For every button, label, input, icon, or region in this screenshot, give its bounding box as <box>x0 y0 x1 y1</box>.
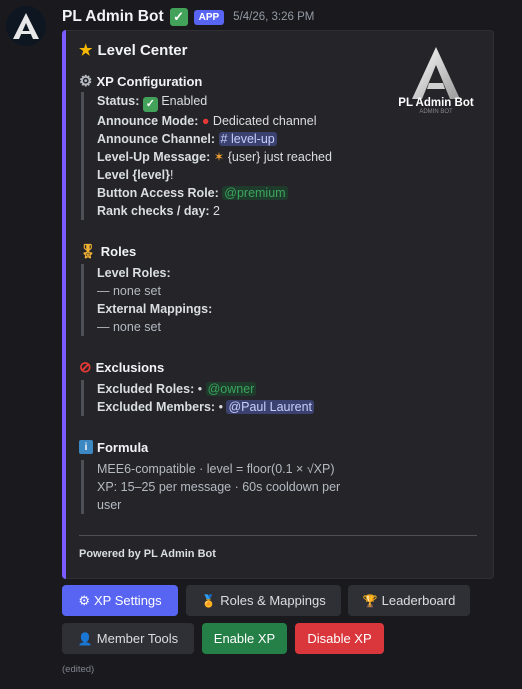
roles-body: Level Roles: — none set External Mapping… <box>81 264 212 336</box>
exclusions-section: ⊘ Exclusions Excluded Roles: • @owner Ex… <box>79 357 315 416</box>
announce-mode-label: Announce Mode: <box>97 113 199 128</box>
exclusions-heading: ⊘ Exclusions <box>79 357 314 377</box>
app-tag: APP <box>193 9 225 25</box>
enable-xp-button[interactable]: Enable XP <box>202 623 287 654</box>
party-icon: ✶ <box>213 149 225 164</box>
disable-xp-button[interactable]: Disable XP <box>295 623 384 654</box>
disable-xp-label: Disable XP <box>307 631 372 646</box>
external-label: External Mappings: <box>97 302 213 316</box>
external-value: — none set <box>97 320 161 334</box>
message-timestamp: 5/4/26, 3:26 PM <box>233 11 315 23</box>
verified-check-icon: ✓ <box>169 8 188 26</box>
medal-icon: 🏅 <box>201 593 217 608</box>
member-tools-label: Member Tools <box>96 631 179 646</box>
levelup-msg-line2-bold: Level {level} <box>97 167 170 182</box>
gear-icon: ⚙ <box>79 73 93 90</box>
formula-heading: i Formula <box>79 437 340 457</box>
formula-line-2: XP: 15–25 per message · 60s cooldown per <box>97 480 341 494</box>
pin-icon: ● <box>201 113 210 128</box>
level-roles-label: Level Roles: <box>97 266 171 280</box>
announce-mode-value: Dedicated channel <box>212 113 317 128</box>
formula-body: MEE6-compatible · level = floor(0.1 × √X… <box>81 460 340 514</box>
xp-config-heading-text: XP Configuration <box>96 73 203 89</box>
embed-title-text: Level Center <box>97 41 188 59</box>
formula-line-1: MEE6-compatible · level = floor(0.1 × √X… <box>97 462 335 476</box>
check-icon: ✓ <box>142 96 158 112</box>
thumbnail-sub: ADMIN BOT <box>419 109 453 115</box>
embed-thumbnail[interactable]: PL Admin Bot ADMIN BOT <box>391 45 481 117</box>
leaderboard-button[interactable]: 🏆 Leaderboard <box>348 585 470 616</box>
formula-line-3: user <box>97 498 122 512</box>
rank-checks-label: Rank checks / day: <box>97 203 210 218</box>
bullet-separator: • <box>218 400 223 414</box>
levelup-msg-label: Level-Up Message: <box>97 149 211 164</box>
no-entry-icon: ⊘ <box>79 359 92 376</box>
xp-settings-button[interactable]: ⚙ XP Settings <box>62 585 178 616</box>
button-role-label: Button Access Role: <box>97 185 219 200</box>
embed-accent-bar <box>62 30 66 579</box>
level-roles-value: — none set <box>97 284 161 298</box>
embed-title: ★ Level Center <box>79 41 188 60</box>
bot-name[interactable]: PL Admin Bot <box>62 8 164 26</box>
exclusions-body: Excluded Roles: • @owner Excluded Member… <box>81 380 315 416</box>
enable-xp-label: Enable XP <box>213 631 276 646</box>
status-label: Status: <box>97 94 140 108</box>
message-header: PL Admin Bot ✓ APP 5/4/26, 3:26 PM <box>62 6 314 28</box>
user-mention[interactable]: @Paul Laurent <box>226 400 315 414</box>
excluded-members-label: Excluded Members: <box>97 400 216 414</box>
medal-icon: 🎖 <box>79 242 97 259</box>
rank-checks-value: 2 <box>213 203 220 218</box>
status-value: Enabled <box>161 94 208 108</box>
leaderboard-label: Leaderboard <box>381 593 456 608</box>
thumbnail-label: PL Admin Bot <box>398 97 474 109</box>
premium-role-mention[interactable]: @premium <box>222 185 288 200</box>
roles-heading: 🎖 Roles <box>79 241 212 261</box>
xp-config-section: ⚙ XP Configuration Status: ✓ Enabled Ann… <box>79 71 332 220</box>
trophy-icon: 🏆 <box>362 593 378 608</box>
bot-avatar[interactable] <box>6 6 46 46</box>
roles-mappings-label: Roles & Mappings <box>220 593 326 608</box>
logo-a-icon <box>13 13 39 39</box>
bullet-separator: • <box>197 382 203 396</box>
formula-section: i Formula MEE6-compatible · level = floo… <box>79 437 340 514</box>
xp-settings-label: XP Settings <box>93 593 162 608</box>
announce-channel-label: Announce Channel: <box>97 131 216 146</box>
gear-icon: ⚙ <box>78 592 90 608</box>
edited-label: (edited) <box>62 664 95 675</box>
levelup-msg-line2-rest: ! <box>169 167 174 182</box>
info-icon: i <box>79 440 93 454</box>
formula-heading-text: Formula <box>97 439 149 455</box>
owner-role-mention[interactable]: @owner <box>205 382 257 396</box>
star-icon: ★ <box>79 42 93 59</box>
roles-section: 🎖 Roles Level Roles: — none set External… <box>79 241 212 336</box>
embed-divider <box>79 535 477 536</box>
excluded-roles-label: Excluded Roles: <box>97 382 195 396</box>
logo-a-icon <box>412 47 460 99</box>
levelup-msg-value: {user} just reached <box>227 149 332 164</box>
xp-config-heading: ⚙ XP Configuration <box>79 71 332 91</box>
member-tools-button[interactable]: 👤 Member Tools <box>62 623 194 654</box>
level-center-embed: PL Admin Bot ADMIN BOT ★ Level Center ⚙ … <box>62 30 494 579</box>
person-icon: 👤 <box>77 631 93 646</box>
roles-heading-text: Roles <box>100 243 137 259</box>
xp-config-body: Status: ✓ Enabled Announce Mode: ● Dedic… <box>81 92 332 220</box>
channel-mention[interactable]: # level-up <box>218 131 277 146</box>
embed-footer: Powered by PL Admin Bot <box>79 548 216 560</box>
roles-mappings-button[interactable]: 🏅 Roles & Mappings <box>186 585 341 616</box>
exclusions-heading-text: Exclusions <box>95 359 165 375</box>
